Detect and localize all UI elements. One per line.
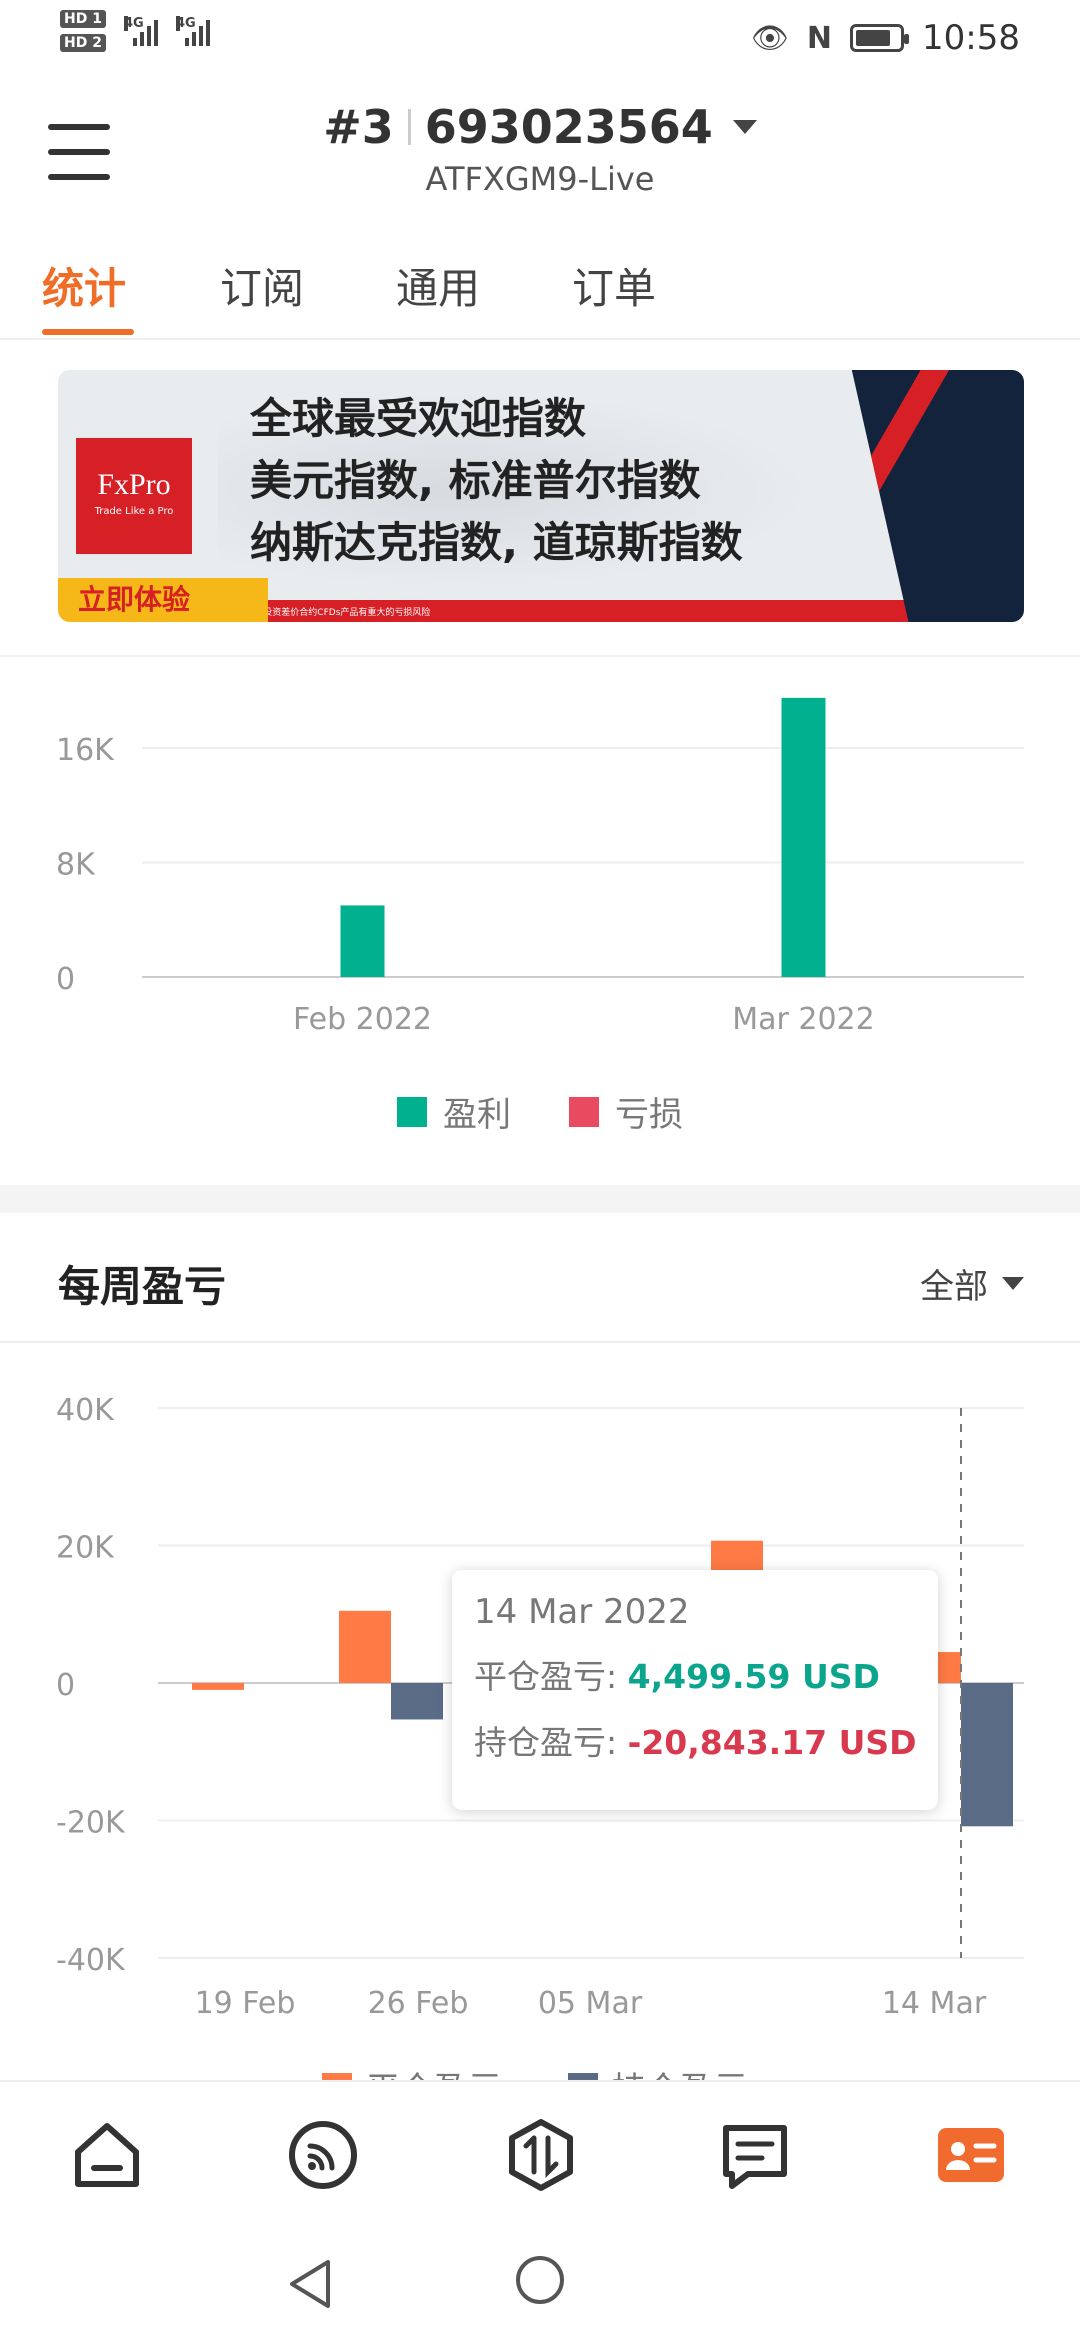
filter-label: 全部 (920, 1267, 988, 1307)
legend-loss[interactable]: 亏损 (569, 1087, 683, 1136)
monthly-profit-chart: 0 8K 16K Feb 2022 Mar 2022 盈利 亏损 (0, 655, 1080, 1175)
status-bar: HD 1 HD 2 4G 4G 👁 N 10:58 (0, 0, 1080, 80)
brand-logo: FxPro Trade Like a Pro (76, 438, 192, 554)
y-tick-label: 8K (56, 847, 96, 882)
server-name: ATFXGM9-Live (425, 160, 655, 198)
x-tick-label: Feb 2022 (293, 1002, 432, 1037)
x-tick-label: 05 Mar (538, 1986, 643, 2021)
tab-stats[interactable]: 统计 (42, 255, 126, 316)
tab-subscribe[interactable]: 订阅 (220, 255, 304, 316)
profit-bar (340, 905, 385, 977)
account-number: 693023564 (424, 100, 713, 154)
y-tick-label: 0 (56, 962, 75, 997)
monthly-legend: 盈利 亏损 (0, 1087, 1080, 1136)
tooltip-open-row: 持仓盈亏: -20,843.17 USD (474, 1716, 917, 1764)
legend-profit-label: 盈利 (443, 1095, 511, 1135)
nav-home-icon[interactable] (70, 2118, 144, 2192)
ad-banner[interactable]: FxPro Trade Like a Pro 全球最受欢迎指数 美元指数, 标准… (58, 370, 1024, 622)
tooltip-closed-label: 平仓盈亏: (474, 1657, 618, 1696)
closed-pnl-bar (339, 1610, 391, 1683)
ad-headline: 全球最受欢迎指数 美元指数, 标准普尔指数 纳斯达克指数, 道琼斯指数 (250, 394, 743, 567)
nfc-icon: N (806, 20, 833, 56)
nav-messages-icon[interactable] (718, 2118, 792, 2192)
legend-loss-label: 亏损 (615, 1095, 683, 1135)
app-header: #3 693023564 ATFXGM9-Live (0, 90, 1080, 220)
legend-profit-swatch (397, 1096, 427, 1127)
clock: 10:58 (922, 18, 1020, 58)
nav-signals-icon[interactable] (286, 2118, 360, 2192)
bottom-nav (0, 2080, 1080, 2220)
candlestick-graphic (851, 370, 1024, 622)
tooltip-open-value: -20,843.17 USD (627, 1723, 917, 1762)
tooltip-closed-value: 4,499.59 USD (627, 1657, 880, 1696)
closed-pnl-bar (192, 1683, 244, 1690)
account-selector[interactable]: #3 693023564 ATFXGM9-Live (0, 100, 1080, 198)
tab-indicator (42, 329, 134, 335)
section-separator (0, 1185, 1080, 1213)
account-prefix: #3 (323, 100, 394, 154)
caret-down-icon (1002, 1277, 1024, 1290)
hd2-badge: HD 2 (60, 34, 106, 52)
tab-orders[interactable]: 订单 (572, 255, 656, 316)
open-pnl-bar (961, 1683, 1013, 1827)
x-tick-label: Mar 2022 (732, 1002, 875, 1037)
y-tick-label: 20K (56, 1531, 115, 1566)
nav-trade-icon[interactable] (504, 2118, 578, 2192)
x-tick-label: 19 Feb (195, 1986, 296, 2021)
tab-general[interactable]: 通用 (396, 255, 480, 316)
open-pnl-bar (391, 1683, 443, 1720)
y-tick-label: -20K (56, 1806, 126, 1841)
legend-profit[interactable]: 盈利 (397, 1087, 511, 1136)
weekly-title: 每周盈亏 (58, 1262, 227, 1311)
y-tick-label: 40K (56, 1393, 115, 1428)
system-nav-bar (0, 2220, 1080, 2340)
profit-bar (781, 697, 826, 977)
tooltip-closed-row: 平仓盈亏: 4,499.59 USD (474, 1650, 916, 1698)
divider (407, 109, 411, 145)
tab-bar: 统计 订阅 通用 订单 (0, 245, 1080, 340)
monthly-chart-svg: 0 8K 16K Feb 2022 Mar 2022 (56, 697, 1024, 1037)
nav-account-icon[interactable] (934, 2118, 1008, 2192)
filter-dropdown[interactable]: 全部 (920, 1259, 1024, 1308)
legend-loss-swatch (569, 1096, 599, 1127)
y-tick-label: -40K (56, 1943, 126, 1978)
caret-down-icon (732, 120, 757, 134)
hd1-badge: HD 1 (60, 10, 106, 28)
x-tick-label: 26 Feb (368, 1986, 469, 2021)
home-button-icon[interactable] (516, 2256, 564, 2304)
chart-tooltip: 14 Mar 2022 平仓盈亏: 4,499.59 USD 持仓盈亏: -20… (452, 1570, 938, 1810)
battery-icon (850, 24, 910, 52)
ad-cta-button[interactable]: 立即体验 (58, 578, 268, 622)
signal-1-icon: 4G (123, 16, 158, 46)
y-tick-label: 16K (56, 733, 115, 768)
tooltip-date: 14 Mar 2022 (474, 1592, 690, 1632)
weekly-header: 每周盈亏 全部 (0, 1213, 1080, 1343)
y-tick-label: 0 (56, 1668, 75, 1703)
back-icon[interactable] (286, 2258, 334, 2310)
x-tick-label: 14 Mar (882, 1986, 987, 2021)
tooltip-open-label: 持仓盈亏: (474, 1723, 618, 1762)
ad-fineprint: •投资差价合约CFDs产品有重大的亏损风险 (258, 608, 431, 618)
signal-2-icon: 4G (175, 16, 210, 46)
eye-icon: 👁 (750, 20, 789, 56)
